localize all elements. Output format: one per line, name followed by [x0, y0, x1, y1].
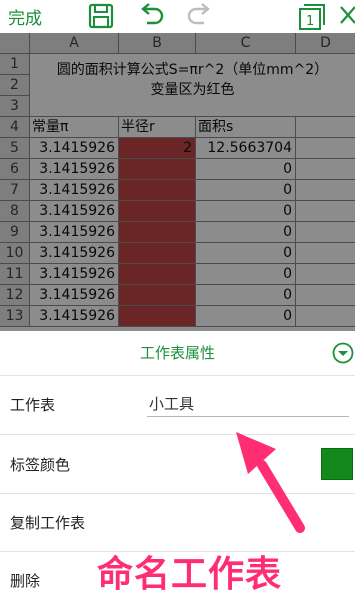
annotation-text: 命名工作表 [97, 554, 283, 595]
annotation-arrow-icon [236, 432, 305, 533]
